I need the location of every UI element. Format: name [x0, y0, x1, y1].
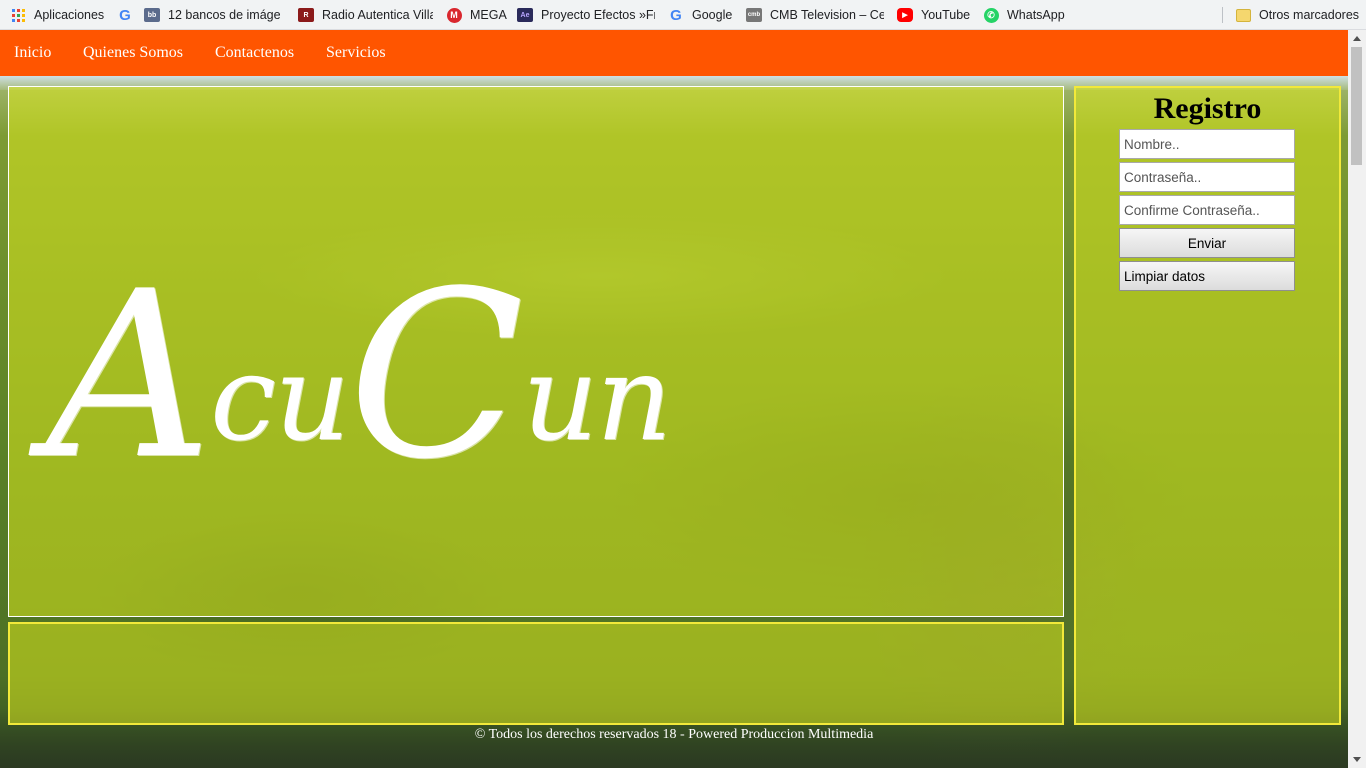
main-navbar: Inicio Quienes Somos Contactenos Servici…	[0, 30, 1348, 76]
bookmark-label: Radio Autentica Villa	[322, 8, 433, 22]
bookmark-mega[interactable]: M MEGA	[446, 0, 507, 30]
apps-grid-icon	[10, 7, 26, 23]
bookmark-label: Otros marcadores	[1259, 8, 1360, 22]
youtube-icon: ▶	[897, 7, 913, 23]
after-effects-icon: Ae	[517, 7, 533, 23]
nav-inicio[interactable]: Inicio	[14, 44, 51, 62]
bookmark-cmb-television[interactable]: cmb CMB Television – Cen	[746, 0, 884, 30]
cmb-icon: cmb	[746, 7, 762, 23]
nav-quienes-somos[interactable]: Quienes Somos	[83, 44, 183, 62]
scroll-thumb[interactable]	[1351, 47, 1362, 165]
lower-section	[8, 622, 1064, 725]
bookmark-bancos-imagenes[interactable]: bb 12 bancos de imáge	[144, 0, 284, 30]
whatsapp-icon: ✆	[983, 7, 999, 23]
mega-icon: M	[446, 7, 462, 23]
bookmark-youtube[interactable]: ▶ YouTube	[897, 0, 970, 30]
bookmark-label: Google	[692, 8, 733, 22]
footer-copyright: © Todos los derechos reservados 18 - Pow…	[474, 727, 874, 742]
scroll-down-arrow-icon[interactable]	[1353, 757, 1361, 762]
bookmark-otros-marcadores[interactable]: Otros marcadores	[1235, 0, 1359, 30]
google-icon: G	[119, 6, 131, 24]
enviar-button[interactable]: Enviar	[1119, 228, 1295, 258]
scroll-up-arrow-icon[interactable]	[1353, 36, 1361, 41]
bookmark-whatsapp[interactable]: ✆ WhatsApp	[983, 0, 1065, 30]
radio-icon: R	[298, 7, 314, 23]
bookmark-label: Proyecto Efectos »Fr	[541, 8, 655, 22]
bookmark-label: CMB Television – Cen	[770, 8, 884, 22]
google-icon: G	[670, 6, 682, 24]
page-scrollbar[interactable]	[1348, 30, 1366, 768]
acucun-logo: Acu Cun	[46, 243, 672, 510]
registro-title: Registro	[1153, 92, 1262, 125]
bookmark-label: 12 bancos de imáge	[168, 8, 281, 22]
bookmark-label: WhatsApp	[1007, 8, 1065, 22]
contrasena-input[interactable]	[1119, 162, 1295, 192]
bookmark-label: YouTube	[921, 8, 971, 22]
image-bank-icon: bb	[144, 7, 160, 23]
bookmark-aplicaciones[interactable]: Aplicaciones	[10, 0, 104, 30]
confirme-contrasena-input[interactable]	[1119, 195, 1295, 225]
nombre-input[interactable]	[1119, 129, 1295, 159]
bookmark-google[interactable]: G Google	[668, 0, 732, 30]
bookmarks-separator	[1222, 7, 1223, 23]
nav-contactenos[interactable]: Contactenos	[215, 44, 294, 62]
bookmark-proyecto-efectos[interactable]: Ae Proyecto Efectos »Fr	[517, 0, 655, 30]
folder-icon	[1235, 7, 1251, 23]
bookmark-radio-autentica[interactable]: R Radio Autentica Villa	[298, 0, 433, 30]
bookmarks-bar: Aplicaciones G bb 12 bancos de imáge R R…	[0, 0, 1366, 30]
bookmark-google-shortcut[interactable]: G	[117, 0, 141, 30]
nav-servicios[interactable]: Servicios	[326, 44, 386, 62]
bookmark-label: MEGA	[470, 8, 507, 22]
limpiar-datos-button[interactable]: Limpiar datos	[1119, 261, 1295, 291]
bookmark-label: Aplicaciones	[34, 8, 105, 22]
